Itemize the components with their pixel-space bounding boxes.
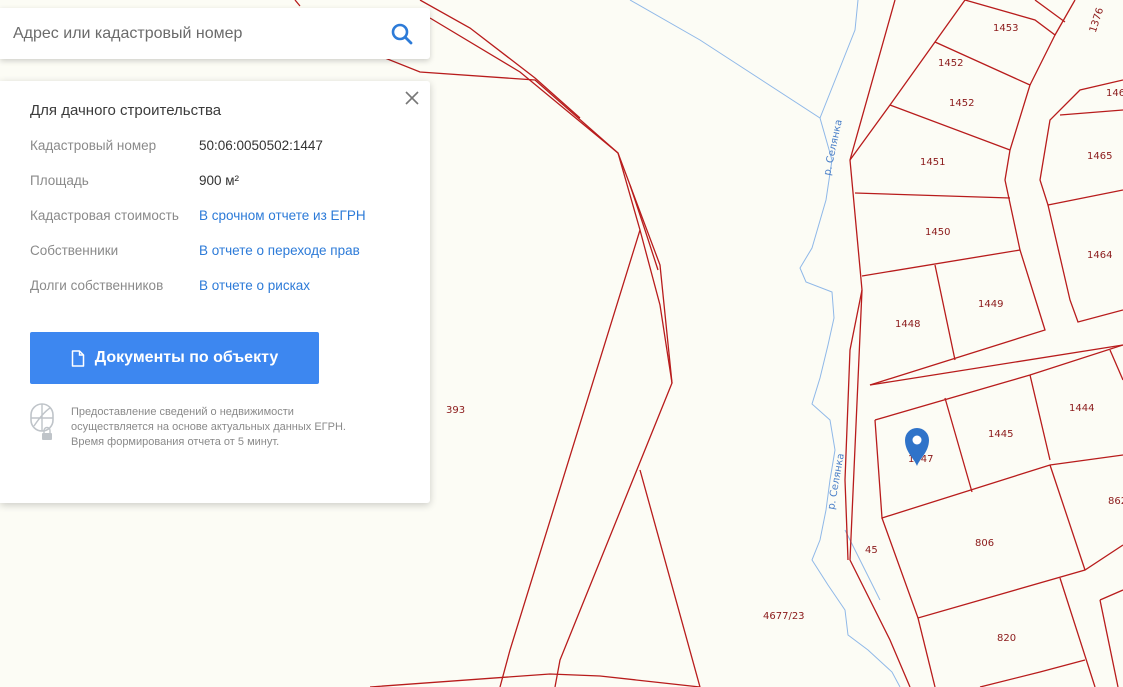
parcel-info-card: Для дачного строительства Кадастровый но… <box>0 81 430 503</box>
parcel-label: 1450 <box>925 227 950 238</box>
parcel-label: 1376 <box>1088 6 1106 34</box>
owners-link[interactable]: В отчете о переходе прав <box>199 243 360 258</box>
search-box <box>0 8 430 59</box>
close-icon[interactable] <box>403 89 421 107</box>
documents-button[interactable]: Документы по объекту <box>30 332 319 384</box>
parcel-label: 806 <box>975 538 994 549</box>
parcel-label: 1444 <box>1069 403 1094 414</box>
parcel-label: 45 <box>865 545 878 556</box>
row-label: Площадь <box>30 173 89 188</box>
row-label: Кадастровая стоимость <box>30 208 179 223</box>
parcel-label: 146 <box>1106 88 1123 99</box>
river-label: р. Селянка <box>822 119 845 177</box>
row-label: Собственники <box>30 243 119 258</box>
parcel-label: 1448 <box>895 319 920 330</box>
cadastral-number-value: 50:06:0050502:1447 <box>199 138 323 153</box>
row-label: Долги собственников <box>30 278 164 293</box>
owner-debts-link[interactable]: В отчете о рисках <box>199 278 310 293</box>
parcel-label: 393 <box>446 405 465 416</box>
parcel-label: 1452 <box>949 98 974 109</box>
parcel-label: 1451 <box>920 157 945 168</box>
parcel-label: 862 <box>1108 496 1123 507</box>
registry-info-text: Предоставление сведений о недвижимости о… <box>71 406 346 448</box>
parcel-labels: 1453 1376 1452 1452 146 1451 1465 1450 1… <box>446 6 1123 644</box>
search-button[interactable] <box>388 20 416 48</box>
parcel-label: 4677/23 <box>763 611 805 622</box>
row-label: Кадастровый номер <box>30 138 157 153</box>
parcel-label: 1452 <box>938 58 963 69</box>
parcel-label: 1453 <box>993 23 1018 34</box>
parcel-label: 1445 <box>988 429 1013 440</box>
registry-lock-icon <box>30 403 54 440</box>
cadastral-value-link[interactable]: В срочном отчете из ЕГРН <box>199 208 366 223</box>
documents-button-label: Документы по объекту <box>94 349 279 366</box>
document-icon <box>71 349 85 367</box>
parcel-label: 1449 <box>978 299 1003 310</box>
river-label: р. Селянка <box>826 453 847 511</box>
land-use-title: Для дачного строительства <box>30 102 222 119</box>
area-value: 900 м² <box>199 173 240 188</box>
parcel-label: 1465 <box>1087 151 1112 162</box>
parcel-label: 1464 <box>1087 250 1112 261</box>
parcel-label: 820 <box>997 633 1016 644</box>
search-icon <box>391 23 413 45</box>
search-input[interactable] <box>0 8 383 59</box>
